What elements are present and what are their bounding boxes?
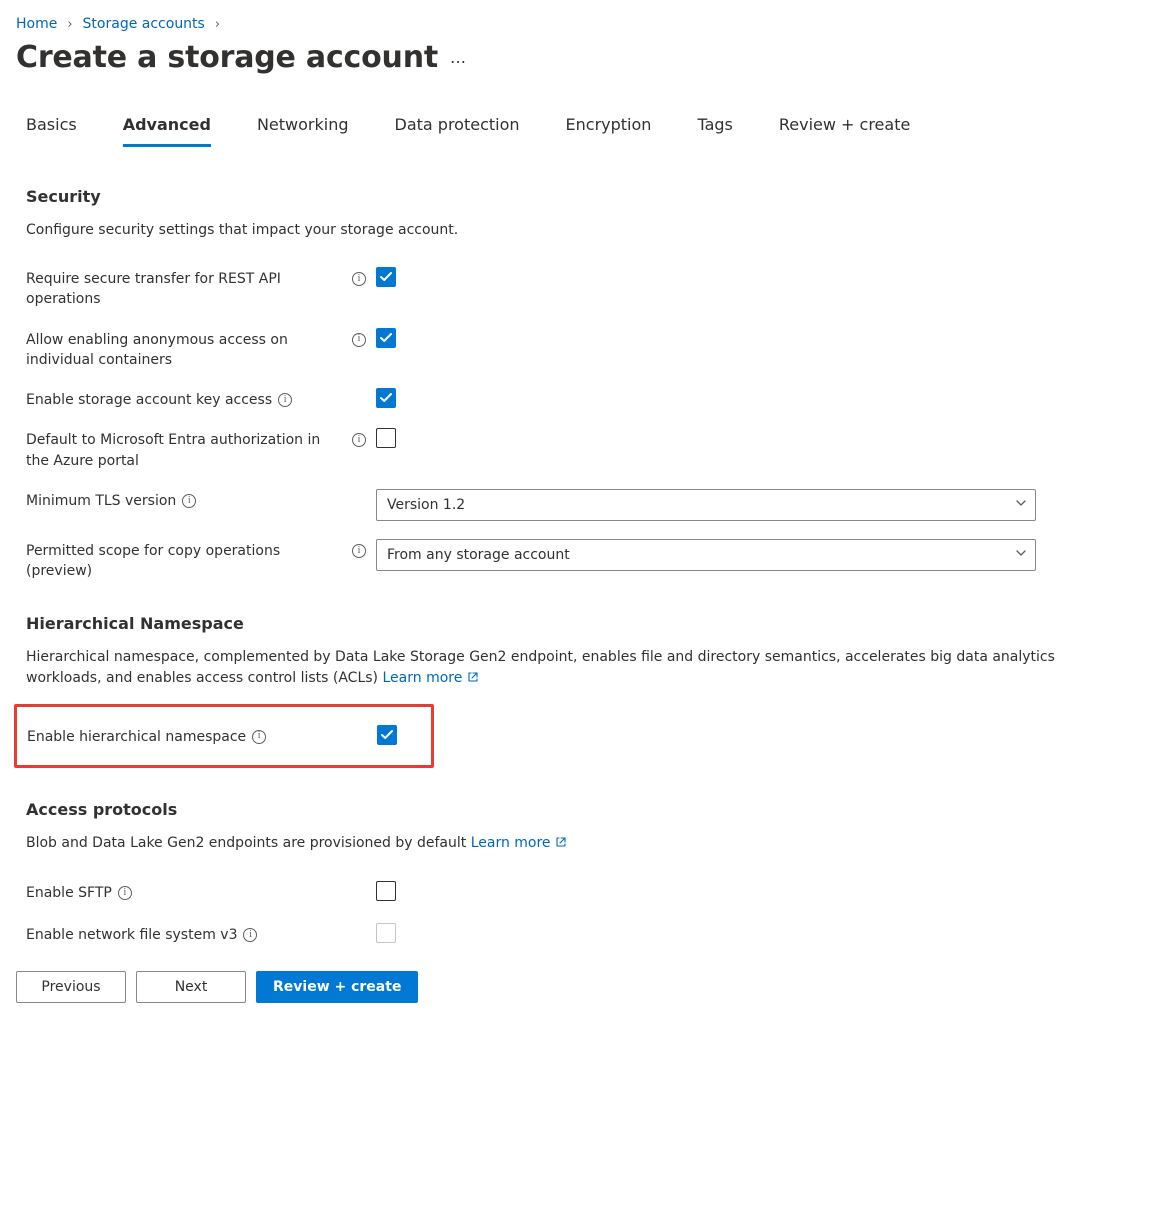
info-icon[interactable]: i [352,272,366,286]
breadcrumb: Home › Storage accounts › [16,16,1133,32]
min-tls-select[interactable]: Version 1.2 [376,489,1036,521]
enable-sftp-checkbox[interactable] [376,881,396,901]
next-button[interactable]: Next [136,971,246,1003]
breadcrumb-home[interactable]: Home [16,16,57,32]
hns-desc-wrap: Hierarchical namespace, complemented by … [26,647,1133,690]
tabs: Basics Advanced Networking Data protecti… [16,115,1133,147]
tab-encryption[interactable]: Encryption [566,115,652,147]
hns-learn-more-label: Learn more [382,670,462,686]
access-protocols-learn-more-link[interactable]: Learn more [471,835,567,851]
info-icon[interactable]: i [352,333,366,347]
security-heading: Security [26,187,1133,206]
entra-default-label: Default to Microsoft Entra authorization… [26,430,346,471]
require-secure-transfer-checkbox[interactable] [376,267,396,287]
allow-anonymous-checkbox[interactable] [376,328,396,348]
hns-highlight-box: Enable hierarchical namespace i [14,704,434,768]
enable-key-access-label: Enable storage account key access [26,390,272,410]
access-protocols-desc-wrap: Blob and Data Lake Gen2 endpoints are pr… [26,833,1133,855]
page-title: Create a storage account [16,40,438,75]
access-protocols-desc: Blob and Data Lake Gen2 endpoints are pr… [26,835,466,851]
security-desc: Configure security settings that impact … [26,220,1133,241]
chevron-down-icon [1015,497,1027,513]
copy-scope-value: From any storage account [387,547,570,563]
enable-nfs-checkbox [376,923,396,943]
info-icon[interactable]: i [252,730,266,744]
min-tls-value: Version 1.2 [387,497,465,513]
copy-scope-select[interactable]: From any storage account [376,539,1036,571]
enable-key-access-checkbox[interactable] [376,388,396,408]
previous-button[interactable]: Previous [16,971,126,1003]
info-icon[interactable]: i [243,928,257,942]
hns-desc: Hierarchical namespace, complemented by … [26,649,1055,686]
chevron-right-icon: › [215,17,220,32]
require-secure-transfer-label: Require secure transfer for REST API ope… [26,269,346,310]
section-security: Security Configure security settings tha… [16,187,1133,582]
enable-nfs-label: Enable network file system v3 [26,925,237,945]
enable-hns-label: Enable hierarchical namespace [27,727,246,747]
allow-anonymous-label: Allow enabling anonymous access on indiv… [26,330,346,371]
chevron-down-icon [1015,547,1027,563]
info-icon[interactable]: i [352,433,366,447]
access-protocols-heading: Access protocols [26,800,1133,819]
tab-data-protection[interactable]: Data protection [395,115,520,147]
tab-advanced[interactable]: Advanced [123,115,211,147]
breadcrumb-storage-accounts[interactable]: Storage accounts [83,16,205,32]
external-link-icon [555,834,567,855]
tab-networking[interactable]: Networking [257,115,349,147]
section-access-protocols: Access protocols Blob and Data Lake Gen2… [16,800,1133,947]
hns-learn-more-link[interactable]: Learn more [382,670,478,686]
more-icon[interactable]: … [450,48,467,67]
section-hns: Hierarchical Namespace Hierarchical name… [16,614,1133,768]
external-link-icon [467,669,479,690]
min-tls-label: Minimum TLS version [26,491,176,511]
review-create-button[interactable]: Review + create [256,971,418,1003]
copy-scope-label: Permitted scope for copy operations (pre… [26,541,346,582]
info-icon[interactable]: i [118,886,132,900]
enable-hns-checkbox[interactable] [377,725,397,745]
access-protocols-learn-more-label: Learn more [471,835,551,851]
chevron-right-icon: › [67,17,72,32]
info-icon[interactable]: i [278,393,292,407]
info-icon[interactable]: i [182,494,196,508]
info-icon[interactable]: i [352,544,366,558]
enable-sftp-label: Enable SFTP [26,883,112,903]
entra-default-checkbox[interactable] [376,428,396,448]
footer: Previous Next Review + create [16,957,1133,1017]
tab-review-create[interactable]: Review + create [779,115,910,147]
tab-basics[interactable]: Basics [26,115,77,147]
tab-tags[interactable]: Tags [697,115,732,147]
hns-heading: Hierarchical Namespace [26,614,1133,633]
